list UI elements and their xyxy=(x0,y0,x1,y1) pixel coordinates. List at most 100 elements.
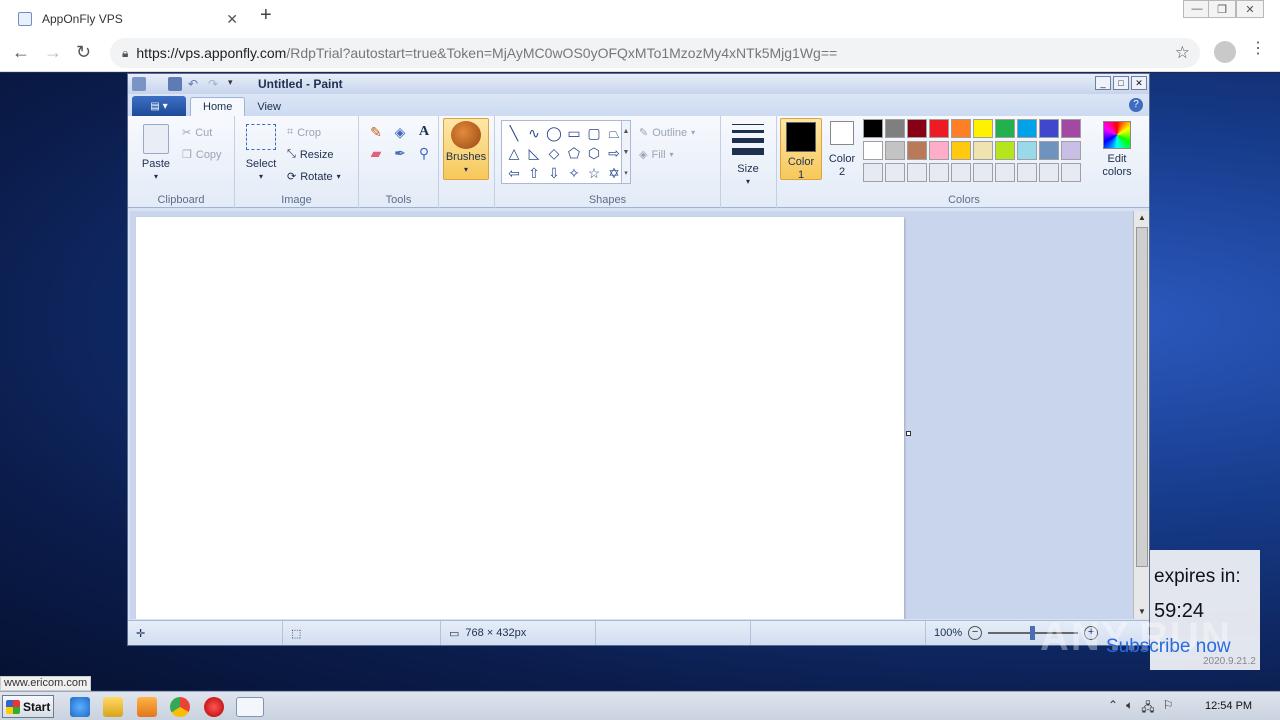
clock[interactable]: 12:54 PM xyxy=(1205,700,1252,712)
maximize-icon[interactable]: □ xyxy=(1113,76,1129,90)
palette-color-swatch[interactable] xyxy=(863,141,883,160)
palette-color-swatch[interactable] xyxy=(1017,119,1037,138)
copy-button[interactable]: ❐ Copy xyxy=(182,148,222,162)
resize-button[interactable]: ⤡ Resize xyxy=(287,148,333,161)
volume-icon[interactable]: 🔈︎ xyxy=(1126,698,1133,719)
line-shape-icon[interactable]: ╲ xyxy=(504,123,524,143)
minimize-icon[interactable]: _ xyxy=(1095,76,1111,90)
custom-color-slot[interactable] xyxy=(973,163,993,182)
paste-button[interactable]: Paste ▾ xyxy=(138,124,174,182)
left-arrow-shape-icon[interactable]: ⇦ xyxy=(504,163,524,183)
hexagon-shape-icon[interactable]: ⬡ xyxy=(584,143,604,163)
palette-color-swatch[interactable] xyxy=(885,119,905,138)
four-point-star-shape-icon[interactable]: ✧ xyxy=(564,163,584,183)
down-arrow-shape-icon[interactable]: ⇩ xyxy=(544,163,564,183)
palette-color-swatch[interactable] xyxy=(863,119,883,138)
rectangle-shape-icon[interactable]: ▭ xyxy=(564,123,584,143)
internet-explorer-icon[interactable] xyxy=(70,697,90,717)
drawing-canvas[interactable] xyxy=(136,217,904,619)
color-picker-icon[interactable]: ✒ xyxy=(389,145,411,162)
custom-color-slot[interactable] xyxy=(929,163,949,182)
five-point-star-shape-icon[interactable]: ☆ xyxy=(584,163,604,183)
palette-color-swatch[interactable] xyxy=(1061,119,1081,138)
scroll-up-icon[interactable]: ▲ xyxy=(1134,211,1150,225)
restore-icon[interactable]: ❐ xyxy=(1208,0,1236,18)
custom-color-slot[interactable] xyxy=(1017,163,1037,182)
minimize-icon[interactable]: — xyxy=(1183,0,1211,18)
fill-bucket-icon[interactable]: ◈ xyxy=(389,124,411,141)
close-window-icon[interactable]: ✕ xyxy=(1236,0,1264,18)
palette-color-swatch[interactable] xyxy=(907,141,927,160)
palette-color-swatch[interactable] xyxy=(951,119,971,138)
network-icon[interactable]: 🖧︎ xyxy=(1141,698,1154,719)
magnifier-icon[interactable]: ⚲ xyxy=(413,145,435,162)
custom-color-slot[interactable] xyxy=(951,163,971,182)
palette-color-swatch[interactable] xyxy=(907,119,927,138)
eraser-icon[interactable]: ▰ xyxy=(365,145,387,162)
address-bar[interactable]: 🔒︎ https://vps.apponfly.com/RdpTrial?aut… xyxy=(110,38,1200,68)
help-icon[interactable]: ? xyxy=(1129,98,1143,112)
palette-color-swatch[interactable] xyxy=(1017,141,1037,160)
redo-icon[interactable]: ↷ xyxy=(208,77,222,91)
custom-color-slot[interactable] xyxy=(1061,163,1081,182)
vertical-scrollbar[interactable]: ▲ ▼ xyxy=(1133,211,1149,619)
curve-shape-icon[interactable]: ∿ xyxy=(524,123,544,143)
palette-color-swatch[interactable] xyxy=(973,141,993,160)
fill-button[interactable]: ◈ Fill ▾ xyxy=(639,148,674,162)
opera-icon[interactable] xyxy=(204,697,224,717)
close-icon[interactable]: ✕ xyxy=(1131,76,1147,90)
palette-color-swatch[interactable] xyxy=(995,141,1015,160)
custom-color-slot[interactable] xyxy=(885,163,905,182)
palette-color-swatch[interactable] xyxy=(929,141,949,160)
palette-color-swatch[interactable] xyxy=(1039,141,1059,160)
custom-color-slot[interactable] xyxy=(863,163,883,182)
paint-app-icon[interactable] xyxy=(132,77,146,91)
custom-color-slot[interactable] xyxy=(995,163,1015,182)
paint-menu-button[interactable]: ▤ ▾ xyxy=(132,96,186,116)
zoom-out-icon[interactable]: − xyxy=(968,626,983,640)
palette-color-swatch[interactable] xyxy=(973,119,993,138)
palette-color-swatch[interactable] xyxy=(1039,119,1059,138)
close-icon[interactable]: ✕ xyxy=(226,11,238,28)
rounded-rectangle-shape-icon[interactable]: ▢ xyxy=(584,123,604,143)
start-button[interactable]: Start xyxy=(2,695,54,718)
bookmark-star-icon[interactable]: ☆ xyxy=(1175,43,1190,63)
rotate-button[interactable]: ⟳ Rotate ▾ xyxy=(287,170,341,184)
brushes-button[interactable]: Brushes ▾ xyxy=(443,118,489,180)
palette-color-swatch[interactable] xyxy=(1061,141,1081,160)
customize-qat-icon[interactable]: ▾ xyxy=(228,77,242,91)
color1-button[interactable]: Color 1 xyxy=(780,118,822,181)
oval-shape-icon[interactable]: ◯ xyxy=(544,123,564,143)
action-center-flag-icon[interactable]: ⚐ xyxy=(1163,698,1174,719)
profile-avatar-icon[interactable] xyxy=(1214,41,1236,63)
palette-color-swatch[interactable] xyxy=(929,119,949,138)
paint-taskbar-icon[interactable] xyxy=(236,697,264,717)
select-button[interactable]: Select ▾ xyxy=(243,124,279,182)
undo-icon[interactable]: ↶ xyxy=(188,77,202,91)
diamond-shape-icon[interactable]: ◇ xyxy=(544,143,564,163)
chrome-icon[interactable] xyxy=(170,697,190,717)
palette-color-swatch[interactable] xyxy=(951,141,971,160)
palette-color-swatch[interactable] xyxy=(995,119,1015,138)
outline-button[interactable]: ✎ Outline ▾ xyxy=(639,126,695,140)
new-tab-button[interactable]: + xyxy=(260,4,272,27)
tab-home[interactable]: Home xyxy=(190,97,246,116)
subscribe-link[interactable]: Subscribe now xyxy=(1106,636,1231,658)
browser-tab[interactable]: AppOnFly VPS ✕ xyxy=(8,4,248,34)
back-arrow-icon[interactable]: ← xyxy=(12,42,30,63)
pentagon-shape-icon[interactable]: ⬠ xyxy=(564,143,584,163)
file-explorer-icon[interactable] xyxy=(103,697,123,717)
color2-button[interactable]: Color 2 xyxy=(827,121,857,179)
media-player-icon[interactable] xyxy=(137,697,157,717)
edit-colors-button[interactable]: Edit colors xyxy=(1095,121,1139,179)
cut-button[interactable]: ✂ Cut xyxy=(182,126,212,140)
tab-view[interactable]: View xyxy=(245,98,293,116)
up-arrow-shape-icon[interactable]: ⇧ xyxy=(524,163,544,183)
triangle-shape-icon[interactable]: △ xyxy=(504,143,524,163)
shapes-scrollbar[interactable]: ▲ ▼ ▾ xyxy=(621,120,631,184)
custom-color-slot[interactable] xyxy=(1039,163,1059,182)
size-button[interactable]: Size ▾ xyxy=(729,124,767,187)
forward-arrow-icon[interactable]: → xyxy=(44,42,62,63)
save-icon[interactable] xyxy=(168,77,182,91)
reload-icon[interactable]: ↻ xyxy=(76,42,91,63)
